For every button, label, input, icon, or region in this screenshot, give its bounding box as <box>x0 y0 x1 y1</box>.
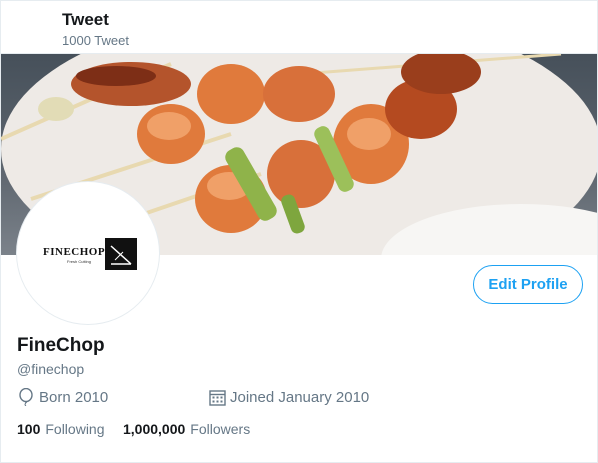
followers-stat[interactable]: 1,000,000 Followers <box>123 421 250 437</box>
followers-count: 1,000,000 <box>123 421 186 437</box>
logo-subtext: Fresh Cutting <box>67 259 92 264</box>
display-name: FineChop <box>17 335 105 356</box>
edit-profile-button[interactable]: Edit Profile <box>473 265 583 304</box>
balloon-icon <box>17 388 35 406</box>
header-title: Tweet <box>62 10 109 29</box>
calendar-icon <box>208 388 226 406</box>
top-header: Tweet 1000 Tweet <box>1 1 597 54</box>
followers-label: Followers <box>190 421 251 437</box>
joined-text: Joined January 2010 <box>230 388 370 406</box>
logo-mark-icon <box>105 238 137 270</box>
tweet-count: 1000 Tweet <box>62 33 129 48</box>
following-count: 100 <box>17 421 41 437</box>
following-label: Following <box>45 421 105 437</box>
following-stat[interactable]: 100 Following <box>17 421 105 437</box>
profile-page: Tweet 1000 Tweet FINECHOP Fresh Cutting … <box>0 0 598 463</box>
born-info: Born 2010 <box>17 388 108 406</box>
born-text: Born 2010 <box>39 388 109 406</box>
user-handle: @finechop <box>17 361 85 377</box>
finechop-logo: FINECHOP Fresh Cutting <box>43 238 139 272</box>
joined-info: Joined January 2010 <box>208 388 369 406</box>
logo-wordmark: FINECHOP <box>43 246 106 258</box>
profile-avatar[interactable]: FINECHOP Fresh Cutting <box>17 182 159 324</box>
